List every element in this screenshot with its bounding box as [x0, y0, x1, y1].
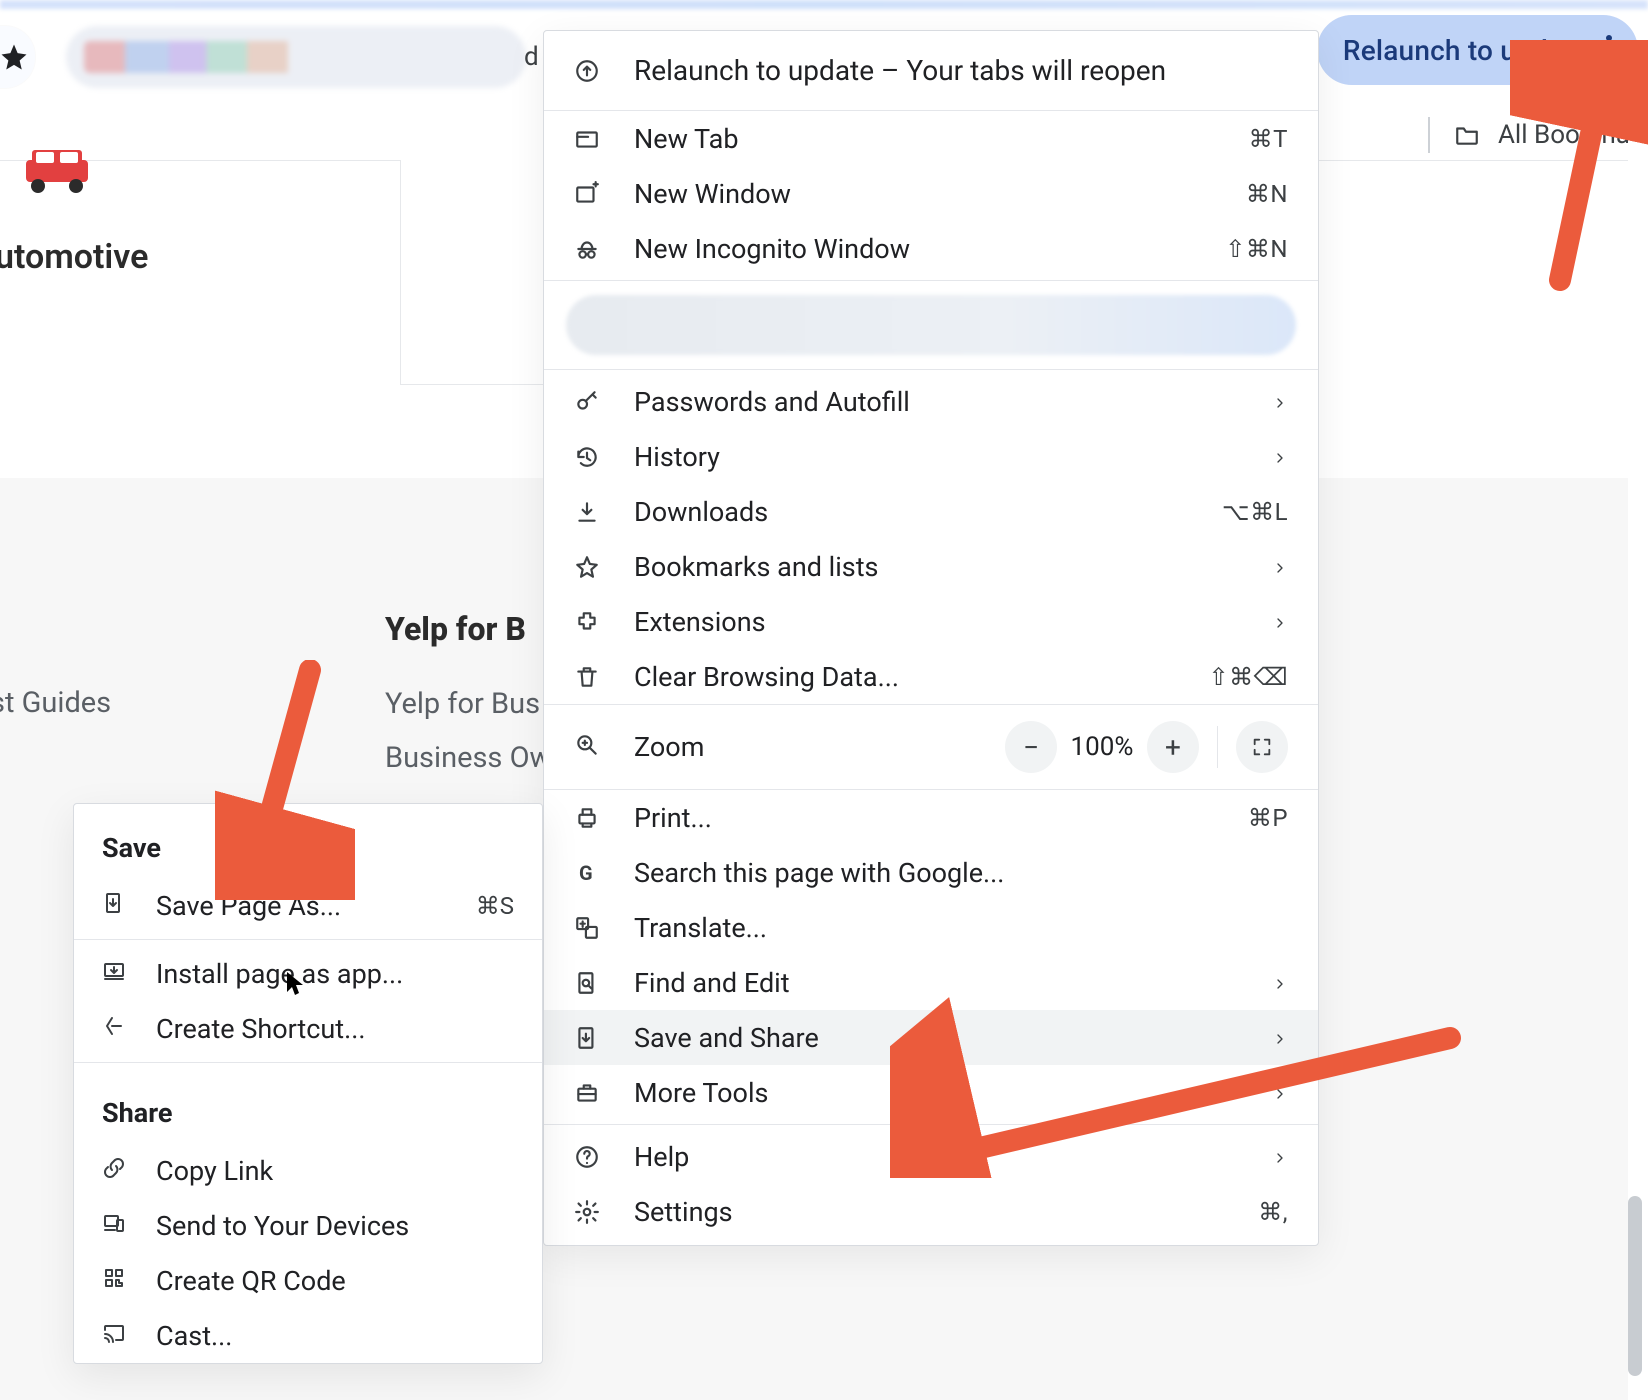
category-label: utomotive: [0, 237, 148, 277]
toolbox-icon: [574, 1080, 600, 1106]
submenu-item-cast[interactable]: Cast...: [74, 1308, 542, 1363]
shortcut-text: ⌘S: [476, 892, 514, 920]
qr-icon: [102, 1265, 128, 1297]
devices-icon: [102, 1210, 128, 1242]
find-icon: [574, 970, 600, 996]
mouse-cursor-icon: [285, 970, 307, 1002]
tab-icon: [574, 126, 600, 152]
bookmark-star-pill[interactable]: [0, 26, 35, 88]
cast-icon: [102, 1320, 128, 1352]
submenu-item-copy-link[interactable]: Copy Link: [74, 1143, 542, 1198]
link-icon: [102, 1155, 128, 1187]
shortcut-icon: [102, 1013, 128, 1045]
footer-link-guides[interactable]: st Guides: [0, 686, 111, 720]
submenu-heading-share: Share: [74, 1069, 542, 1143]
submenu-item-install-app[interactable]: Install page as app...: [74, 946, 542, 1001]
update-icon: [574, 58, 600, 84]
save-page-icon: [102, 890, 128, 922]
shortcut-text: ⌘,: [1258, 1198, 1288, 1226]
menu-item-settings[interactable]: Settings ⌘,: [544, 1184, 1318, 1239]
download-icon: [574, 499, 600, 525]
footer-link-1[interactable]: Yelp for Bus: [385, 687, 540, 721]
annotation-arrow-3: [215, 660, 355, 900]
new-window-icon: [574, 181, 600, 207]
footer-heading: Yelp for B: [385, 610, 526, 648]
star-icon: [0, 42, 29, 72]
scrollbar-thumb[interactable]: [1628, 1196, 1642, 1376]
submenu-item-send-devices[interactable]: Send to Your Devices: [74, 1198, 542, 1253]
print-icon: [574, 805, 600, 831]
install-icon: [102, 958, 128, 990]
translate-icon: [574, 915, 600, 941]
top-blur-bar: [0, 0, 1648, 9]
annotation-arrow-2: [1510, 40, 1648, 300]
submenu-separator: [74, 1062, 542, 1063]
submenu-item-create-qr[interactable]: Create QR Code: [74, 1253, 542, 1308]
submenu-item-create-shortcut[interactable]: Create Shortcut...: [74, 1001, 542, 1056]
svg-text:G: G: [579, 861, 593, 885]
incognito-icon: [574, 236, 600, 262]
key-icon: [574, 389, 600, 415]
trash-icon: [574, 664, 600, 690]
address-fragment: d: [524, 42, 539, 72]
gear-icon: [574, 1199, 600, 1225]
history-icon: [574, 444, 600, 470]
zoom-icon: [574, 732, 600, 762]
extension-icon: [574, 609, 600, 635]
annotation-arrow-1: [890, 38, 1610, 1178]
address-bar-blurred: [66, 26, 526, 88]
footer-link-2[interactable]: Business Ow: [385, 741, 551, 775]
help-icon: [574, 1144, 600, 1170]
car-icon: [22, 148, 92, 198]
star-outline-icon: [574, 554, 600, 580]
submenu-separator: [74, 939, 542, 940]
google-g-icon: G: [574, 860, 600, 886]
save-share-icon: [574, 1025, 600, 1051]
